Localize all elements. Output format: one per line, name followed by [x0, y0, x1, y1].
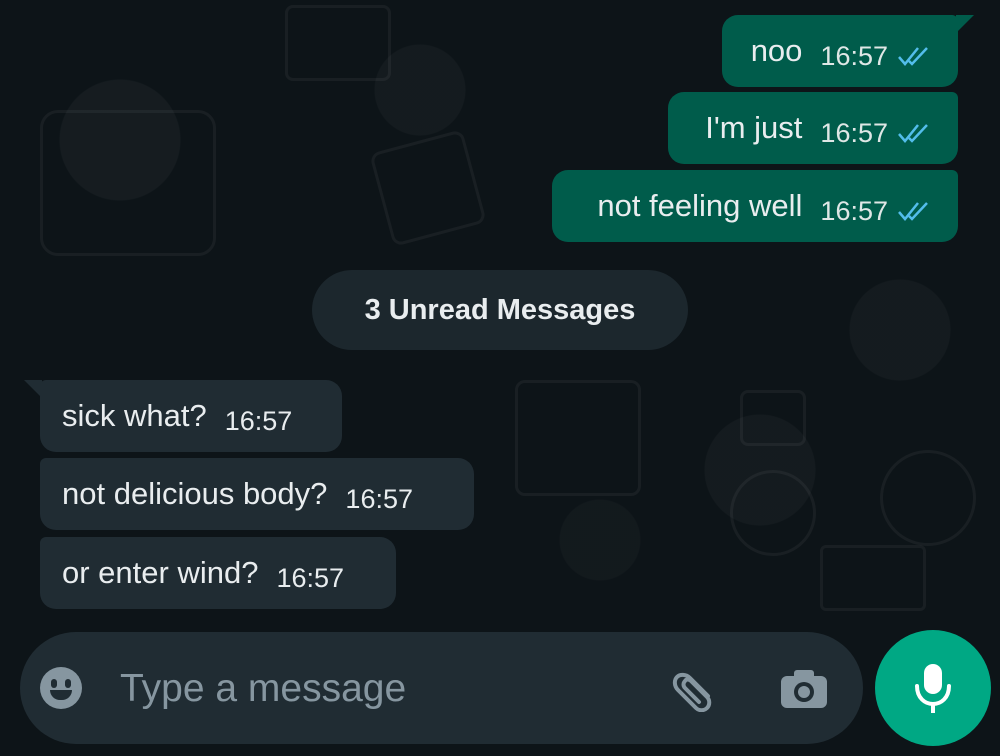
- message-composer: [20, 632, 863, 744]
- message-outgoing[interactable]: I'm just 16:57: [668, 92, 958, 164]
- message-outgoing[interactable]: noo 16:57: [722, 15, 958, 87]
- unread-messages-divider: 3 Unread Messages: [312, 270, 688, 350]
- wallpaper-doodle: [740, 390, 806, 446]
- message-time: 16:57: [820, 195, 888, 226]
- camera-icon[interactable]: [778, 666, 830, 712]
- chat-window: noo 16:57 I'm just 16:57 not feeling wel…: [0, 0, 1000, 756]
- microphone-button[interactable]: [875, 630, 991, 746]
- message-time: 16:57: [276, 562, 345, 593]
- wallpaper-doodle: [820, 545, 926, 611]
- wallpaper-doodle: [369, 129, 487, 247]
- message-text: not delicious body?: [62, 476, 328, 511]
- message-time: 16:57: [345, 483, 413, 514]
- message-time: 16:57: [224, 405, 293, 436]
- microphone-icon: [915, 664, 951, 713]
- wallpaper-doodle: [730, 470, 816, 556]
- message-text: I'm just: [705, 110, 803, 145]
- message-text: noo: [750, 33, 803, 68]
- message-text: sick what?: [62, 398, 207, 433]
- message-input[interactable]: [118, 662, 642, 716]
- message-incoming[interactable]: or enter wind? 16:57: [40, 537, 396, 609]
- message-text: or enter wind?: [62, 555, 259, 590]
- wallpaper-doodle: [285, 5, 391, 81]
- message-incoming[interactable]: sick what? 16:57: [40, 380, 342, 452]
- read-ticks-icon: [898, 124, 928, 143]
- wallpaper-doodle: [40, 110, 216, 256]
- read-ticks-icon: [898, 47, 928, 66]
- read-ticks-icon: [898, 202, 928, 221]
- bubble-tail: [956, 15, 974, 33]
- message-incoming[interactable]: not delicious body? 16:57: [40, 458, 474, 530]
- emoji-icon[interactable]: [40, 667, 82, 709]
- wallpaper-doodle: [880, 450, 976, 546]
- message-time: 16:57: [820, 117, 888, 148]
- message-text: not feeling well: [597, 188, 803, 223]
- wallpaper-doodle: [515, 380, 641, 496]
- paperclip-icon[interactable]: [670, 666, 722, 712]
- message-outgoing[interactable]: not feeling well 16:57: [552, 170, 958, 242]
- message-time: 16:57: [820, 40, 888, 71]
